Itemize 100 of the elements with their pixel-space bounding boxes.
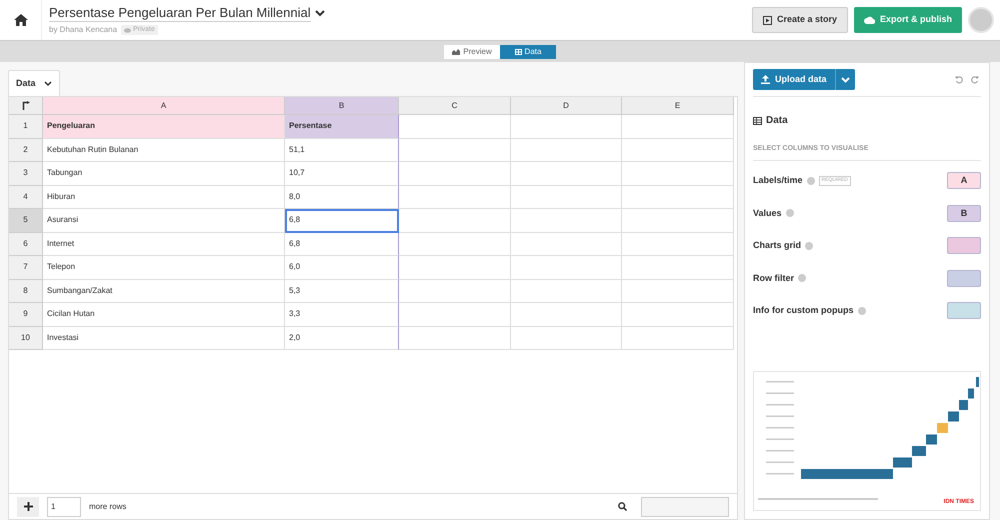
table-cell[interactable] [622, 162, 734, 186]
area-chart-icon[interactable] [452, 48, 460, 54]
column-selector[interactable] [947, 270, 981, 287]
table-cell[interactable]: Sumbangan/Zakat [43, 280, 285, 303]
mapping-label: Values [753, 206, 782, 220]
chart-title[interactable]: Persentase Pengeluaran Per Bulan Millennial [49, 4, 311, 22]
plus-icon[interactable] [24, 502, 32, 511]
table-cell[interactable] [511, 232, 622, 256]
cloud-icon[interactable] [864, 16, 875, 24]
table-cell[interactable]: Investasi [43, 326, 285, 350]
dropdown-button[interactable] [834, 69, 855, 90]
upload-icon[interactable] [761, 75, 770, 84]
table-cell[interactable]: Pengeluaran [43, 115, 285, 138]
table-cell[interactable]: Kebutuhan Rutin Bulanan [43, 138, 285, 162]
column-selector[interactable] [947, 302, 981, 320]
table-cell[interactable] [622, 280, 734, 303]
table-cell[interactable]: Telepon [43, 256, 285, 280]
table-cell[interactable]: 2,0 [285, 326, 399, 350]
table-cell[interactable] [511, 209, 622, 232]
column-selector[interactable] [947, 237, 981, 254]
chevron-down-icon[interactable] [314, 10, 325, 16]
create-story-button[interactable]: Create a story [752, 7, 848, 33]
table-cell[interactable] [399, 115, 511, 138]
table-cell[interactable] [622, 232, 734, 256]
table-cell[interactable] [622, 256, 734, 280]
redo-icon[interactable] [971, 76, 979, 84]
view-tab[interactable]: Data [500, 44, 556, 58]
table-cell[interactable]: 5,3 [285, 280, 399, 303]
chevron-down-icon[interactable] [44, 80, 52, 86]
upload-data-button[interactable]: Upload data [753, 69, 835, 90]
table-cell[interactable] [622, 303, 734, 326]
help-icon[interactable] [858, 306, 866, 315]
help-icon[interactable] [798, 274, 806, 282]
table-cell[interactable] [511, 256, 622, 280]
row-number: 3 [9, 162, 43, 186]
author-byline: by Dhana Kencana [49, 24, 118, 36]
table-cell[interactable]: 6,8 [285, 209, 399, 232]
help-icon[interactable] [805, 242, 814, 250]
table-cell[interactable] [511, 138, 622, 162]
mapping-label: Row filter [753, 272, 794, 284]
more-rows-label: more rows [89, 500, 126, 512]
table-cell[interactable]: Asuransi [43, 209, 285, 232]
column-header[interactable]: E [622, 97, 734, 115]
row-number: 10 [9, 326, 43, 350]
table-cell[interactable] [511, 115, 622, 138]
help-icon[interactable] [786, 209, 794, 218]
home-icon[interactable] [14, 14, 28, 26]
column-header[interactable]: C [399, 97, 511, 115]
table-cell[interactable] [399, 162, 511, 186]
table-cell[interactable] [622, 326, 734, 350]
table-cell[interactable]: Cicilan Hutan [43, 303, 285, 326]
column-header[interactable]: A [43, 97, 285, 115]
table-cell[interactable] [511, 303, 622, 326]
row-number: 9 [9, 303, 43, 326]
table-cell[interactable]: Tabungan [43, 162, 285, 186]
table-cell[interactable] [511, 326, 622, 350]
table-icon[interactable] [514, 48, 522, 54]
table-cell[interactable]: 3,3 [285, 303, 399, 326]
table-cell[interactable]: 6,0 [285, 256, 399, 280]
row-number: 6 [9, 232, 43, 256]
table-cell[interactable]: 8,0 [285, 186, 399, 209]
table-cell[interactable] [399, 138, 511, 162]
row-count-field[interactable]: 1 [47, 496, 81, 516]
table-cell[interactable] [399, 186, 511, 209]
table-cell[interactable] [511, 162, 622, 186]
table-cell[interactable] [399, 280, 511, 303]
table-cell[interactable] [622, 138, 734, 162]
column-selector[interactable]: A [947, 172, 981, 190]
table-cell[interactable] [622, 115, 734, 138]
row-number: 5 [9, 209, 43, 232]
table-cell[interactable] [511, 280, 622, 303]
column-selector[interactable]: B [947, 204, 981, 222]
row-number: 7 [9, 256, 43, 280]
sheet-tab[interactable]: Data [8, 70, 60, 96]
table-cell[interactable] [399, 326, 511, 350]
user-avatar[interactable] [968, 7, 994, 33]
search-field[interactable] [641, 496, 729, 516]
row-number: 4 [9, 186, 43, 209]
table-cell[interactable] [511, 186, 622, 209]
play-icon[interactable] [762, 16, 772, 24]
table-cell[interactable]: Persentase [285, 115, 399, 138]
undo-icon[interactable] [955, 76, 963, 84]
table-cell[interactable]: 10,7 [285, 162, 399, 186]
table-cell[interactable] [622, 186, 734, 209]
table-cell[interactable]: 6,8 [285, 232, 399, 256]
help-icon[interactable] [806, 176, 815, 185]
add-rows-button[interactable] [17, 496, 39, 516]
table-cell[interactable]: Internet [43, 232, 285, 256]
row-number: 8 [9, 280, 43, 303]
row-number: 1 [9, 115, 43, 138]
table-cell[interactable]: Hiburan [43, 186, 285, 209]
column-header[interactable]: D [511, 97, 622, 115]
table-cell[interactable] [399, 209, 511, 232]
table-cell[interactable] [399, 256, 511, 280]
column-header[interactable]: B [285, 97, 399, 115]
table-cell[interactable] [399, 232, 511, 256]
table-cell[interactable]: 51,1 [285, 138, 399, 162]
table-cell[interactable] [622, 209, 734, 232]
view-tab[interactable]: Preview [444, 44, 500, 58]
table-cell[interactable] [399, 303, 511, 326]
